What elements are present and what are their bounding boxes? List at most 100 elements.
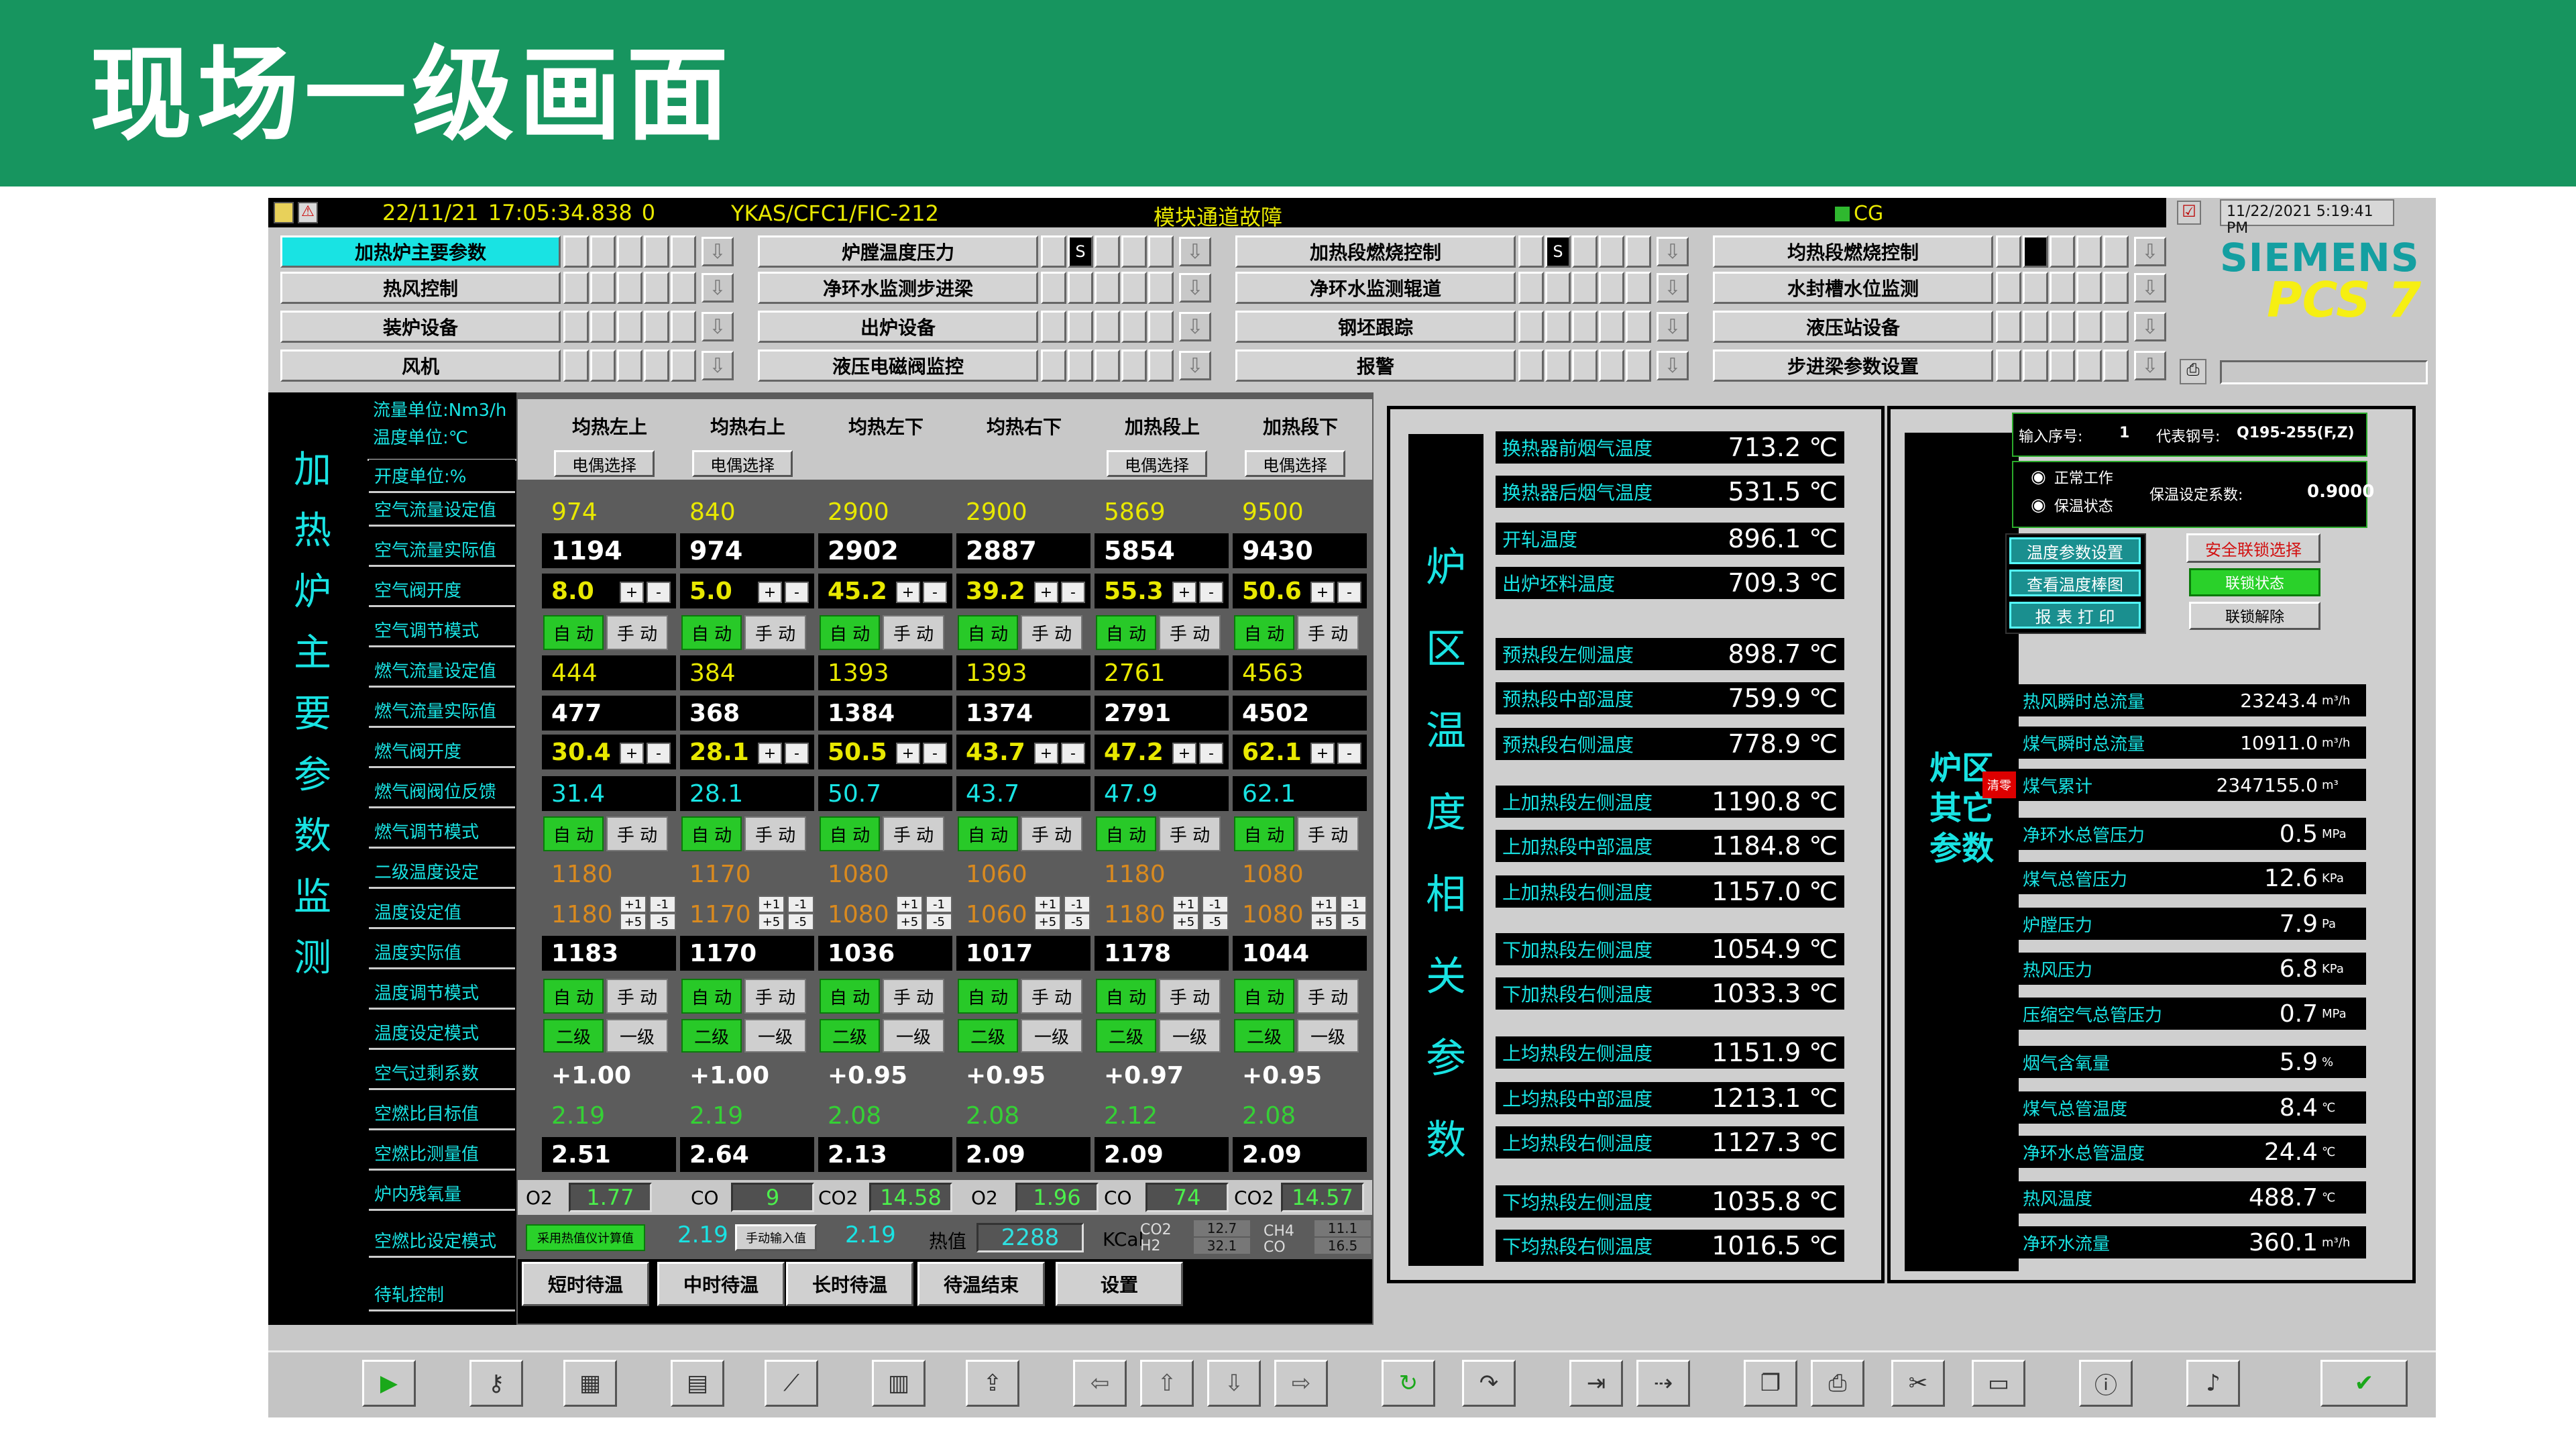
temp-bar-button[interactable]: 查看温度棒图 [2009,570,2141,596]
printer-icon[interactable]: ⎙ [2180,359,2206,384]
thermocouple-select-button[interactable]: 电偶选择 [1107,450,1207,477]
increase-button[interactable]: + [1310,743,1335,764]
auto-mode-button[interactable]: 自 动 [958,615,1018,650]
thermocouple-select-button[interactable]: 电偶选择 [692,450,793,477]
ratio-target-value[interactable]: 2.08 [1233,1098,1367,1133]
gas-fb-value[interactable]: 62.1 [1233,776,1367,811]
temp-act-value[interactable]: 1036 [818,936,952,971]
seq-value[interactable]: 1 [2119,425,2129,441]
level1-mode-button[interactable]: 一级 [606,1019,668,1053]
auto-mode-button[interactable]: 自 动 [681,615,742,650]
manual-mode-button[interactable]: 手 动 [883,615,944,650]
gas-fb-value[interactable]: 50.7 [818,776,952,811]
decrease-button[interactable]: - [1199,582,1223,603]
key-icon[interactable]: ⚷ [469,1360,523,1407]
monitor-icon[interactable]: ▭ [1972,1360,2025,1407]
down-arrow-icon[interactable]: ⇩ [2134,351,2166,380]
ratio-target-value[interactable]: 2.19 [542,1098,676,1133]
ack-icon[interactable]: ✔ [2320,1360,2408,1407]
nav-button[interactable]: 液压电磁阀监控 [758,350,1038,382]
standby-button[interactable]: 待温结束 [917,1262,1045,1306]
arrow-up-icon[interactable]: ⇧ [1140,1360,1194,1407]
air-set-value[interactable]: 840 [680,494,814,529]
increase-button[interactable]: + [758,582,782,603]
down-arrow-icon[interactable]: ⇩ [702,351,734,380]
decrease-button[interactable]: - [647,582,671,603]
temp-step-button[interactable]: +1 [620,896,647,913]
nav-button[interactable]: 热风控制 [280,272,561,304]
temp-step-button[interactable]: -1 [926,896,952,913]
manual-mode-button[interactable]: 手 动 [744,615,806,650]
nav-button[interactable]: 钢坯跟踪 [1235,311,1516,343]
down-arrow-icon[interactable]: ⇩ [1179,312,1211,341]
level2-mode-button[interactable]: 二级 [820,1019,880,1053]
down-arrow-icon[interactable]: ⇩ [1657,273,1689,303]
gas-fb-value[interactable]: 47.9 [1095,776,1229,811]
air-set-value[interactable]: 2900 [818,494,952,529]
manual-mode-button[interactable]: 手 动 [1159,615,1221,650]
temp-step-button[interactable]: +1 [1310,896,1337,913]
gas-act-value[interactable]: 2791 [1095,696,1229,731]
decrease-button[interactable]: - [1061,743,1085,764]
forward-icon[interactable]: ⇢ [1636,1360,1690,1407]
ratio-target-value[interactable]: 2.08 [818,1098,952,1133]
down-arrow-icon[interactable]: ⇩ [1179,237,1211,266]
air-act-value[interactable]: 1194 [542,533,676,568]
gas-set-value[interactable]: 2761 [1095,655,1229,690]
refresh-icon[interactable]: ↻ [1382,1360,1435,1407]
decrease-button[interactable]: - [1199,743,1223,764]
hold-radio-icon[interactable]: ◉ [2031,495,2046,515]
increase-button[interactable]: + [1034,743,1058,764]
lvl2-set-value[interactable]: 1180 [1095,857,1229,892]
temp-step-button[interactable]: -5 [787,913,814,930]
lvl2-set-value[interactable]: 1080 [818,857,952,892]
nav-button[interactable]: 加热段燃烧控制 [1235,235,1516,268]
increase-button[interactable]: + [1310,582,1335,603]
steel-value[interactable]: Q195-255(F,Z) [2237,425,2355,441]
report-print-button[interactable]: 报 表 打 印 [2009,602,2141,629]
temp-param-button[interactable]: 温度参数设置 [2009,537,2141,564]
down-arrow-icon[interactable]: ⇩ [702,312,734,341]
lvl2-set-value[interactable]: 1060 [956,857,1090,892]
manual-mode-button[interactable]: 手 动 [1021,615,1082,650]
ratio-meas-value[interactable]: 2.09 [1095,1137,1229,1172]
nav-button[interactable]: 出炉设备 [758,311,1038,343]
manual-mode-button[interactable]: 手 动 [606,979,668,1014]
normal-radio-icon[interactable]: ◉ [2031,467,2046,487]
gas-fb-value[interactable]: 43.7 [956,776,1090,811]
temp-act-value[interactable]: 1178 [1095,936,1229,971]
copy-icon[interactable]: ❐ [1744,1360,1797,1407]
decrease-button[interactable]: - [1337,582,1361,603]
auto-mode-button[interactable]: 自 动 [681,979,742,1014]
gas-set-value[interactable]: 1393 [956,655,1090,690]
temp-act-value[interactable]: 1170 [680,936,814,971]
temp-act-value[interactable]: 1183 [542,936,676,971]
decrease-button[interactable]: - [923,582,947,603]
alarm-bell-icon[interactable]: ⚠ [298,202,318,223]
down-arrow-icon[interactable]: ⇩ [1657,312,1689,341]
increase-button[interactable]: + [1172,582,1196,603]
down-arrow-icon[interactable]: ⇩ [1179,273,1211,303]
ratio-target-value[interactable]: 2.12 [1095,1098,1229,1133]
air-act-value[interactable]: 2887 [956,533,1090,568]
decrease-button[interactable]: - [1061,582,1085,603]
excess-air-value[interactable]: +0.95 [1233,1058,1367,1093]
ratio-meas-value[interactable]: 2.13 [818,1137,952,1172]
temp-step-button[interactable]: +1 [896,896,923,913]
temp-step-button[interactable]: -5 [1340,913,1367,930]
gas-set-value[interactable]: 384 [680,655,814,690]
standby-button[interactable]: 短时待温 [522,1262,649,1306]
reset-button[interactable]: 清零 [1982,771,2016,798]
down-arrow-icon[interactable]: ⇩ [1657,351,1689,380]
temp-step-button[interactable]: +5 [1310,913,1337,930]
unlock-button[interactable]: 联锁解除 [2189,602,2320,630]
auto-mode-button[interactable]: 自 动 [820,816,880,851]
temp-step-button[interactable]: -5 [1064,913,1090,930]
temp-step-button[interactable]: -5 [649,913,676,930]
auto-mode-button[interactable]: 自 动 [1234,816,1294,851]
air-act-value[interactable]: 974 [680,533,814,568]
coef-value[interactable]: 0.9000 [2307,482,2374,502]
heat-value[interactable]: 2288 [976,1223,1084,1252]
temp-step-button[interactable]: -1 [1202,896,1229,913]
play-icon[interactable]: ▶ [362,1360,416,1407]
